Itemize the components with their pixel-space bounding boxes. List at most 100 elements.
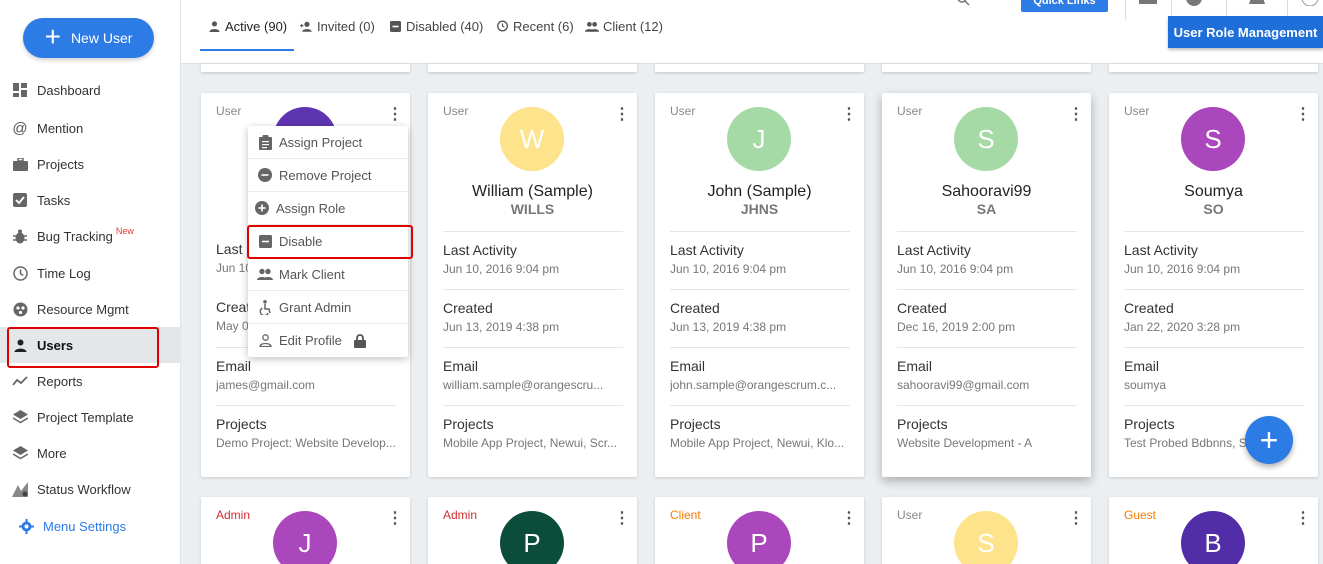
sidebar-item-tasks[interactable]: Tasks <box>0 182 181 218</box>
more-vert-icon[interactable]: ⋮ <box>614 105 630 123</box>
more-vert-icon[interactable]: ⋮ <box>1295 105 1311 123</box>
projects-value: Demo Project: Website Develop... <box>216 436 396 450</box>
bug-icon <box>11 227 29 245</box>
user-card[interactable]: Client ⋮ P <box>655 497 864 564</box>
tab-label: Recent (6) <box>513 18 574 34</box>
menu-item-assign-project[interactable]: Assign Project <box>248 126 408 159</box>
sidebar-item-projects[interactable]: Projects <box>0 146 181 182</box>
last-activity-value: Jun 10, 2016 9:04 pm <box>897 262 1014 276</box>
sidebar-item-status-workflow[interactable]: Status Workflow <box>0 471 181 507</box>
sidebar-item-resource-mgmt[interactable]: Resource Mgmt <box>0 291 181 327</box>
created-value: Jun 13, 2019 4:38 pm <box>443 320 560 334</box>
sidebar-item-reports[interactable]: Reports <box>0 363 181 399</box>
projects-row: Projects Mobile App Project, Newui, Klo.… <box>670 405 850 463</box>
user-card[interactable]: User ⋮ J John (Sample) JHNS Last Activit… <box>655 93 864 477</box>
tab-recent[interactable]: Recent (6) <box>495 14 574 38</box>
accessibility-icon <box>257 299 273 315</box>
new-badge: New <box>115 226 134 236</box>
sidebar-item-users[interactable]: Users <box>0 327 181 363</box>
more-vert-icon[interactable]: ⋮ <box>1068 105 1084 123</box>
user-card[interactable]: Admin ⋮ J <box>201 497 410 564</box>
card-stub <box>882 64 1091 72</box>
profile-icon[interactable] <box>1300 0 1320 8</box>
history-icon <box>495 19 509 33</box>
email-label: Email <box>897 358 933 374</box>
sidebar-item-bug-tracking[interactable]: Bug Tracking New <box>0 218 181 254</box>
more-vert-icon[interactable]: ⋮ <box>614 509 630 527</box>
created-row: Created Jun 13, 2019 4:38 pm <box>670 289 850 347</box>
more-vert-icon[interactable]: ⋮ <box>1295 509 1311 527</box>
layers-icon <box>11 444 29 462</box>
user-name: John (Sample) <box>707 183 812 200</box>
top-bar: Active (90) Invited (0) Disabled (40) Re… <box>181 0 1323 64</box>
menu-item-grant-admin[interactable]: Grant Admin <box>248 291 408 324</box>
new-user-button[interactable]: + New User <box>23 18 154 58</box>
avatar: P <box>500 511 564 564</box>
avatar: P <box>727 511 791 564</box>
last-activity-row: Last Activity Jun 10, 2016 9:04 pm <box>443 231 623 289</box>
last-activity-row: Last Activity Jun 10, 2016 9:04 pm <box>1124 231 1304 289</box>
sidebar-item-label: Status Workflow <box>37 481 131 497</box>
bell-icon[interactable] <box>1247 0 1267 8</box>
role-label: Admin <box>216 508 251 522</box>
menu-item-assign-role[interactable]: Assign Role <box>248 192 408 225</box>
created-label: Created <box>1124 300 1174 316</box>
role-label: User <box>897 508 923 522</box>
minus-square-icon <box>388 19 402 33</box>
plus-icon: + <box>44 21 61 52</box>
created-row: Created Jan 22, 2020 3:28 pm <box>1124 289 1304 347</box>
tab-active[interactable]: Active (90) <box>207 14 287 38</box>
menu-item-disable[interactable]: Disable <box>248 225 408 258</box>
tab-invited[interactable]: Invited (0) <box>299 14 375 38</box>
created-label: Creat <box>216 299 251 315</box>
sidebar-item-project-template[interactable]: Project Template <box>0 399 181 435</box>
sidebar-item-more[interactable]: More <box>0 435 181 471</box>
card-stub <box>201 64 410 72</box>
divider <box>1125 0 1126 20</box>
email-value: john.sample@orangescrum.c... <box>670 378 837 392</box>
add-fab-button[interactable]: + <box>1245 416 1293 464</box>
created-row: Created Dec 16, 2019 2:00 pm <box>897 289 1077 347</box>
user-card[interactable]: User ⋮ W William (Sample) WILLS Last Act… <box>428 93 637 477</box>
sidebar-item-mention[interactable]: @ Mention <box>0 110 181 146</box>
menu-item-remove-project[interactable]: Remove Project <box>248 159 408 192</box>
menu-item-label: Disable <box>279 233 323 249</box>
sidebar-item-menu-settings[interactable]: Menu Settings <box>0 508 181 544</box>
tab-client[interactable]: Client (12) <box>585 14 663 38</box>
more-vert-icon[interactable]: ⋮ <box>841 509 857 527</box>
dashboard-icon <box>11 81 29 99</box>
avatar: W <box>500 107 564 171</box>
user-card[interactable]: Admin ⋮ P <box>428 497 637 564</box>
quick-links-button[interactable]: Quick Links <box>1021 0 1108 12</box>
search-icon[interactable] <box>954 0 974 8</box>
tab-disabled[interactable]: Disabled (40) <box>388 14 483 38</box>
role-label: User <box>1124 104 1150 118</box>
user-card[interactable]: Guest ⋮ B <box>1109 497 1318 564</box>
chat-icon[interactable] <box>1138 0 1158 8</box>
more-vert-icon[interactable]: ⋮ <box>387 105 403 123</box>
user-card[interactable]: User ⋮ S <box>882 497 1091 564</box>
user-card[interactable]: User ⋮ S Sahooravi99 SA Last Activity Ju… <box>882 93 1091 477</box>
menu-item-mark-client[interactable]: Mark Client <box>248 258 408 291</box>
menu-item-label: Grant Admin <box>279 299 352 315</box>
user-role-management-button[interactable]: User Role Management <box>1168 16 1323 48</box>
user-card[interactable]: User ⋮ S Soumya SO Last Activity Jun 10,… <box>1109 93 1318 477</box>
email-row: Email sahooravi99@gmail.com <box>897 347 1077 405</box>
more-vert-icon[interactable]: ⋮ <box>841 105 857 123</box>
created-value: Jun 13, 2019 4:38 pm <box>670 320 787 334</box>
projects-value: Website Development - A <box>897 436 1033 450</box>
role-label: User <box>670 104 696 118</box>
menu-item-edit-profile[interactable]: Edit Profile <box>248 324 408 357</box>
last-activity-value: Jun 10, 2016 9:04 pm <box>670 262 787 276</box>
user-short-name: SA <box>976 201 997 217</box>
card-stub <box>428 64 637 72</box>
projects-value: Mobile App Project, Newui, Scr... <box>443 436 618 450</box>
more-vert-icon[interactable]: ⋮ <box>387 509 403 527</box>
sidebar-item-time-log[interactable]: Time Log <box>0 255 181 291</box>
more-vert-icon[interactable]: ⋮ <box>1068 509 1084 527</box>
sidebar-item-dashboard[interactable]: Dashboard <box>0 72 181 108</box>
projects-label: Projects <box>670 416 721 432</box>
person-add-icon <box>299 19 313 33</box>
help-icon[interactable] <box>1184 0 1204 8</box>
new-user-label: New User <box>70 30 133 46</box>
